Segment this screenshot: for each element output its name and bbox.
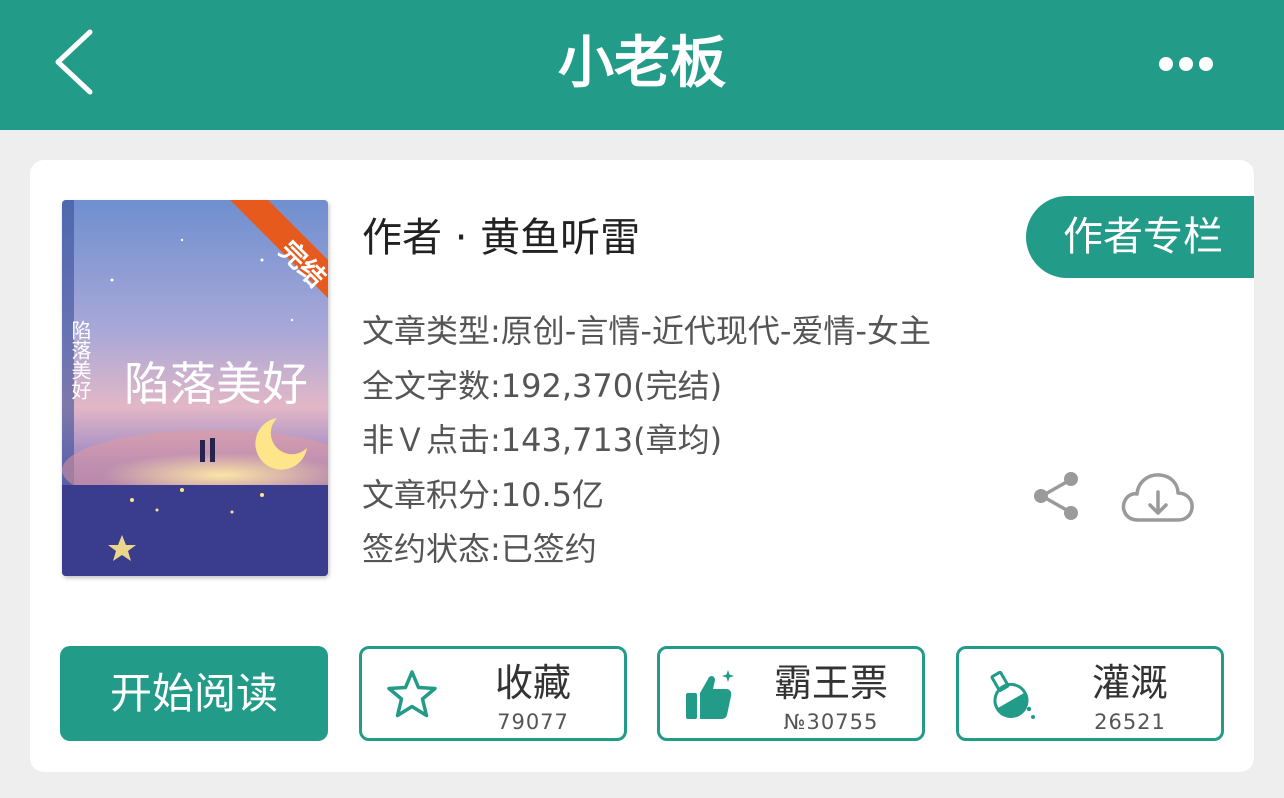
cloud-download-icon[interactable] bbox=[1120, 466, 1196, 526]
start-reading-button[interactable]: 开始阅读 bbox=[60, 646, 328, 741]
bawang-ticket-count: №30755 bbox=[783, 710, 879, 734]
irrigate-count: 26521 bbox=[1094, 710, 1166, 734]
favorite-label: 收藏 bbox=[494, 661, 571, 705]
author-name[interactable]: 作者 · 黄鱼听雷 bbox=[362, 206, 640, 270]
book-cover[interactable]: 陷落美好 陷落美好 完结 bbox=[62, 200, 328, 576]
thumbs-up-icon bbox=[686, 670, 734, 719]
info-sign-status: 签约状态:已签约 bbox=[362, 530, 597, 568]
cover-title-art: 陷落美好 bbox=[124, 357, 308, 411]
favorite-button[interactable]: 收藏 79077 bbox=[359, 646, 627, 741]
share-icon[interactable] bbox=[1030, 470, 1082, 522]
info-word-count: 全文字数:192,370(完结) bbox=[362, 366, 723, 405]
top-bar: 小老板 bbox=[0, 0, 1284, 130]
book-info-list: 文章类型:原创-言情-近代现代-爱情-女主 全文字数:192,370(完结) 非… bbox=[362, 304, 931, 577]
star-icon bbox=[387, 670, 437, 718]
info-score: 文章积分:10.5亿 bbox=[362, 475, 605, 514]
info-genre: 文章类型:原创-言情-近代现代-爱情-女主 bbox=[362, 312, 931, 350]
bawang-ticket-label: 霸王票 bbox=[773, 661, 888, 705]
favorite-count: 79077 bbox=[497, 710, 569, 734]
irrigate-button[interactable]: 灌溉 26521 bbox=[956, 646, 1224, 741]
more-dots-icon[interactable] bbox=[1148, 44, 1228, 84]
author-column-button[interactable]: 作者专栏 bbox=[1026, 196, 1254, 278]
bawang-ticket-button[interactable]: 霸王票 №30755 bbox=[657, 646, 925, 741]
info-clicks: 非Ｖ点击:143,713(章均) bbox=[362, 421, 723, 459]
cover-side-title: 陷落美好 bbox=[68, 320, 92, 400]
irrigate-label: 灌溉 bbox=[1091, 661, 1168, 705]
page-title: 小老板 bbox=[558, 31, 726, 96]
flask-icon bbox=[990, 670, 1035, 719]
